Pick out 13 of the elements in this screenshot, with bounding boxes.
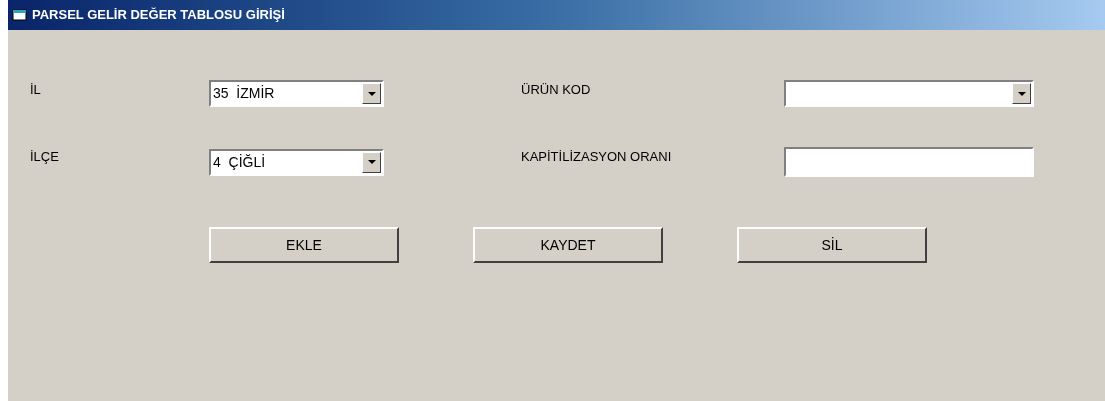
field-label: İLÇE — [30, 148, 60, 166]
action-button[interactable]: EKLE — [209, 227, 399, 263]
dropdown[interactable]: 35 İZMİR — [209, 80, 384, 107]
input-field[interactable] — [784, 147, 1034, 177]
field-label: İL — [30, 81, 42, 99]
window-title: PARSEL GELİR DEĞER TABLOSU GİRİŞİ — [32, 6, 285, 25]
window-icon — [12, 8, 28, 22]
action-button[interactable]: KAYDET — [473, 227, 663, 263]
dropdown[interactable] — [784, 80, 1034, 107]
dropdown[interactable]: 4 ÇİĞLİ — [209, 148, 384, 176]
field-label: ÜRÜN KOD — [521, 81, 592, 99]
action-button[interactable]: SİL — [737, 227, 927, 263]
field-label: KAPİTİLİZASYON ORANI — [521, 148, 673, 166]
